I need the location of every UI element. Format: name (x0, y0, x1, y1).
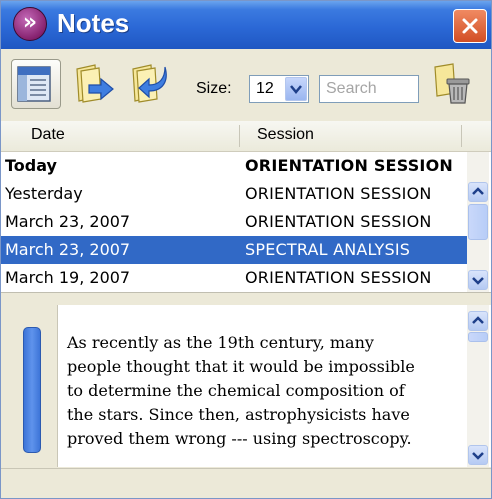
note-session: ORIENTATION SESSION (245, 212, 432, 231)
note-line: to determine the chemical composition of (67, 381, 405, 400)
size-dropdown-button[interactable] (285, 77, 307, 101)
notes-window: » Notes Size: 12 Search Date Session Tod… (0, 0, 492, 499)
list-header: Date Session (1, 121, 491, 152)
export-note-icon (76, 64, 114, 103)
close-icon (462, 18, 478, 34)
note-scrollbar[interactable] (467, 305, 489, 467)
note-date: Today (5, 156, 57, 175)
note-date: March 23, 2007 (5, 240, 131, 259)
chevron-up-icon (472, 316, 484, 324)
column-header-session[interactable]: Session (257, 126, 314, 144)
list-item[interactable]: March 19, 2007 ORIENTATION SESSION (1, 264, 467, 292)
pane-splitter[interactable] (1, 292, 491, 306)
note-line: proved them wrong --- using spectroscopy… (67, 429, 412, 448)
note-session: ORIENTATION SESSION (245, 156, 453, 175)
import-note-icon (132, 64, 167, 103)
toolbar: Size: 12 (1, 49, 491, 122)
close-button[interactable] (453, 9, 487, 43)
note-date: March 19, 2007 (5, 268, 131, 287)
note-session: ORIENTATION SESSION (245, 184, 432, 203)
note-margin (1, 305, 58, 467)
scroll-up-button[interactable] (468, 311, 488, 331)
search-input[interactable] (319, 75, 419, 103)
size-label: Size: (196, 80, 232, 97)
note-editor[interactable]: As recently as the 19th century, many pe… (1, 305, 491, 467)
scroll-thumb[interactable] (468, 204, 488, 240)
notes-list-button[interactable] (11, 59, 61, 109)
notes-list-icon (17, 66, 51, 102)
note-session: ORIENTATION SESSION (245, 268, 432, 287)
chevron-down-icon (472, 277, 484, 285)
note-date: Yesterday (5, 184, 83, 203)
note-line: As recently as the 19th century, many (67, 333, 374, 352)
note-text[interactable]: As recently as the 19th century, many pe… (67, 331, 447, 451)
status-bar (1, 468, 491, 498)
note-date: March 23, 2007 (5, 212, 131, 231)
font-size-value: 12 (256, 80, 274, 97)
scroll-up-button[interactable] (468, 182, 488, 202)
column-header-date[interactable]: Date (31, 126, 65, 144)
note-line: people thought that it would be impossib… (67, 357, 415, 376)
list-item[interactable]: Today ORIENTATION SESSION (1, 152, 467, 180)
list-item[interactable]: Yesterday ORIENTATION SESSION (1, 180, 467, 208)
list-scrollbar[interactable] (467, 152, 489, 292)
scroll-down-button[interactable] (468, 270, 488, 290)
notes-app-icon: » (13, 7, 47, 41)
chevron-down-icon (290, 85, 302, 94)
window-title: Notes (57, 8, 130, 38)
trash-can-icon (434, 63, 470, 104)
export-note-button[interactable] (69, 59, 119, 109)
scroll-thumb[interactable] (468, 332, 488, 342)
note-session: SPECTRAL ANALYSIS (245, 240, 411, 259)
delete-note-button[interactable] (427, 59, 477, 109)
list-item[interactable]: March 23, 2007 ORIENTATION SESSION (1, 208, 467, 236)
note-color-tab (23, 327, 41, 453)
chevron-down-icon (472, 452, 484, 460)
list-item[interactable]: March 23, 2007 SPECTRAL ANALYSIS (1, 236, 467, 264)
column-divider[interactable] (239, 125, 240, 147)
note-line: the stars. Since then, astrophysicists h… (67, 405, 410, 424)
title-bar[interactable]: » Notes (1, 1, 491, 49)
notes-list: Today ORIENTATION SESSION Yesterday ORIE… (1, 152, 491, 292)
import-note-button[interactable] (125, 59, 175, 109)
scroll-down-button[interactable] (468, 445, 488, 465)
chevron-up-icon (472, 187, 484, 195)
font-size-select[interactable]: 12 (249, 75, 309, 103)
column-divider[interactable] (461, 125, 462, 147)
